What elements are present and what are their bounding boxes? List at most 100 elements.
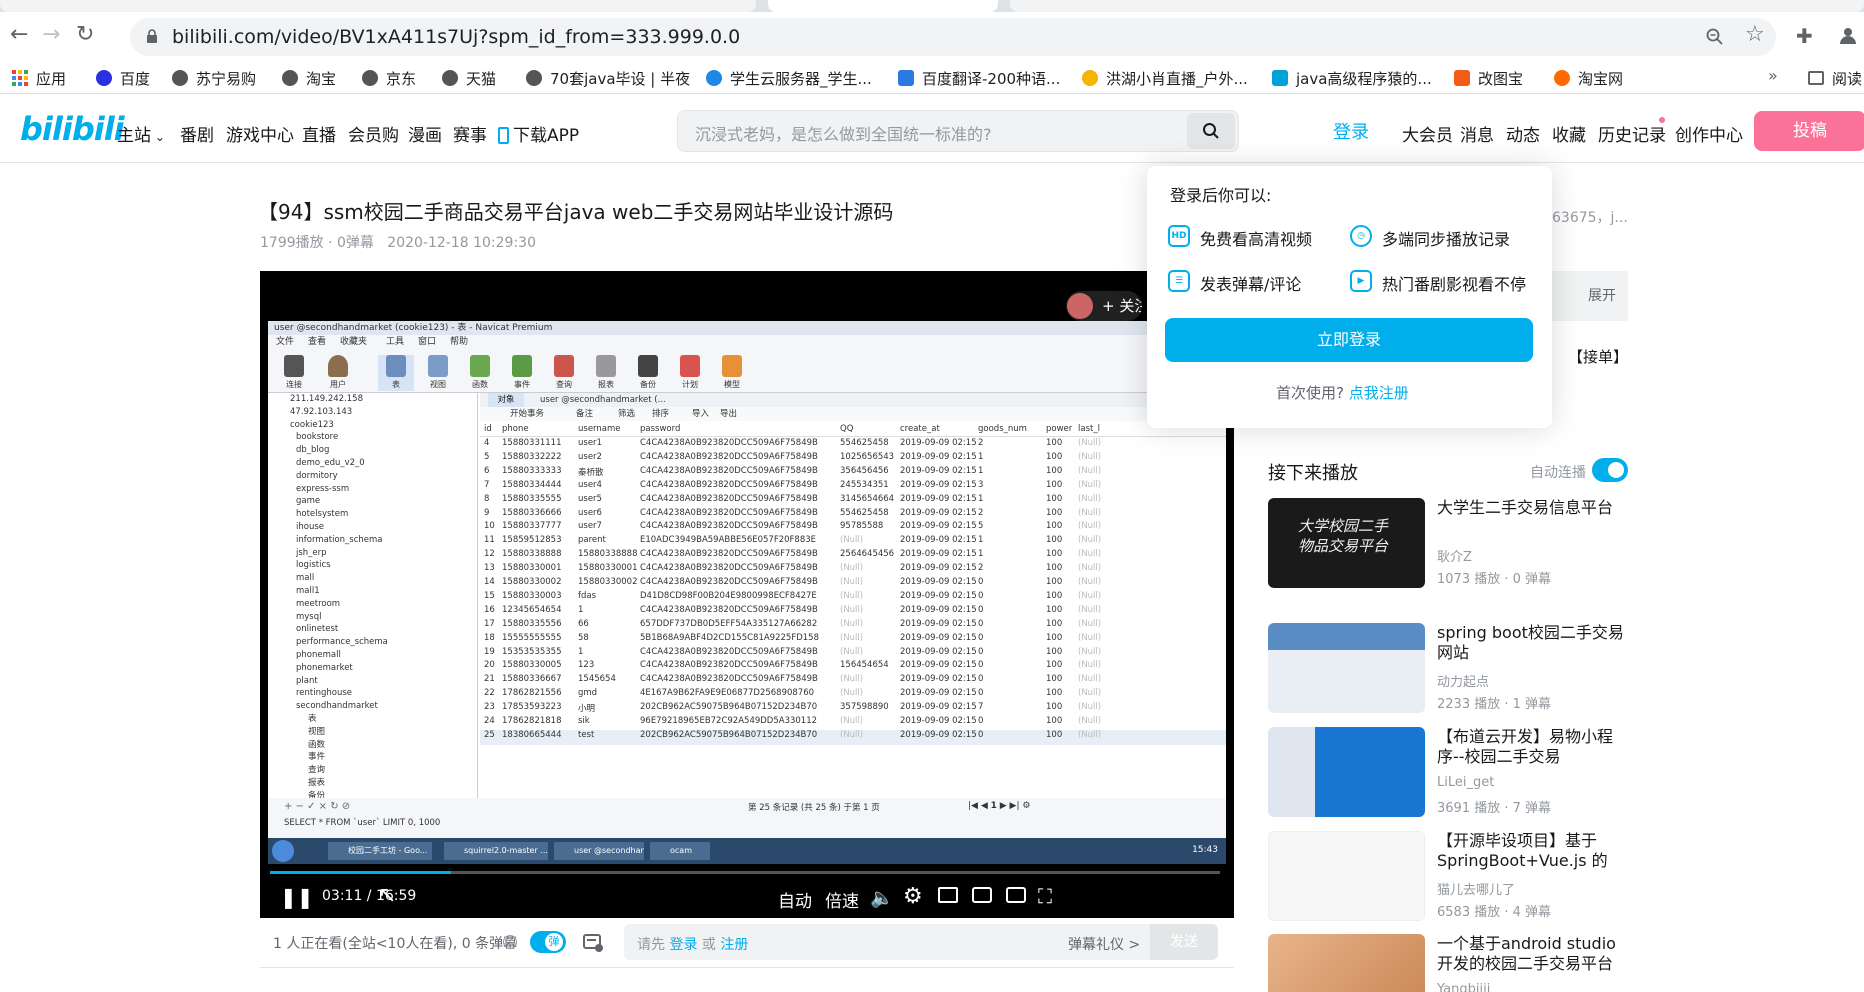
- rec-title[interactable]: spring boot校园二手交易网站: [1437, 623, 1631, 663]
- bookmark-baidu-translate[interactable]: 百度翻译-200种语...: [898, 68, 1060, 88]
- more-bookmarks-icon[interactable]: »: [1768, 66, 1778, 85]
- register-link[interactable]: 点我注册: [1349, 384, 1409, 402]
- bookmark-70-java[interactable]: 70套java毕设 | 半夜: [526, 68, 690, 88]
- bookmark-gaitubao[interactable]: 改图宝: [1454, 68, 1523, 88]
- bookmark-java-bili[interactable]: java高级程序猿的...: [1272, 68, 1432, 88]
- rec-uploader[interactable]: 动力起点: [1437, 671, 1489, 690]
- fullscreen-icon[interactable]: ⛶: [1038, 884, 1052, 908]
- nav-main[interactable]: 主站 ⌄: [117, 121, 165, 146]
- video-thumbnail[interactable]: [1268, 623, 1425, 713]
- danmaku-placeholder: 请先 登录 或 注册: [637, 937, 749, 953]
- profile-icon[interactable]: [1838, 25, 1858, 45]
- video-thumbnail[interactable]: [1268, 727, 1425, 817]
- table-cell: (Null): [840, 646, 864, 657]
- nav-messages[interactable]: 消息: [1460, 121, 1494, 146]
- nav-history[interactable]: 历史记录: [1598, 121, 1666, 146]
- browser-tab[interactable]: [1010, 0, 1864, 12]
- uploader-avatar[interactable]: [1067, 293, 1093, 319]
- bookmark-suning[interactable]: 苏宁易购: [172, 68, 256, 88]
- nav-dynamics[interactable]: 动态: [1506, 121, 1540, 146]
- rec-title[interactable]: 【布道云开发】易物小程序--校园二手交易: [1437, 727, 1631, 767]
- danmaku-register-link[interactable]: 注册: [720, 937, 748, 953]
- nav-esports[interactable]: 赛事: [453, 121, 487, 146]
- volume-icon[interactable]: 🔈: [870, 886, 894, 909]
- webfullscreen-icon[interactable]: [1006, 887, 1026, 903]
- bookmark-tmall[interactable]: 天猫: [442, 68, 496, 88]
- reading-list[interactable]: 阅读: [1808, 68, 1862, 88]
- table-cell: (Null): [1078, 660, 1102, 671]
- rec-uploader[interactable]: LiLei_get: [1437, 775, 1494, 790]
- video-thumbnail[interactable]: [1268, 934, 1425, 992]
- nav-anime[interactable]: 番剧: [180, 121, 214, 146]
- video-thumbnail[interactable]: [1268, 831, 1425, 921]
- pip-icon[interactable]: [938, 887, 958, 903]
- quality-button[interactable]: 自动: [778, 887, 812, 912]
- star-icon[interactable]: ☆: [1745, 22, 1765, 47]
- nav-creator-center[interactable]: 创作中心: [1675, 121, 1743, 146]
- help-icon[interactable]: ?: [503, 935, 517, 949]
- widescreen-icon[interactable]: [972, 887, 992, 903]
- rec-uploader[interactable]: Yangbiiii: [1437, 982, 1490, 992]
- rec-uploader[interactable]: 耿介Z: [1437, 546, 1472, 565]
- bilibili-logo[interactable]: bilibili: [20, 110, 125, 148]
- globe-icon: [172, 70, 188, 86]
- recommended-video[interactable]: 【开源毕设项目】基于SpringBoot+Vue.js 的二... 猫儿去哪儿了…: [1268, 831, 1628, 921]
- lock-icon: [147, 29, 157, 43]
- bookmark-jd[interactable]: 京东: [362, 68, 416, 88]
- bookmark-student-cloud[interactable]: 学生云服务器_学生...: [706, 68, 872, 88]
- benefit-sync: 多端同步播放记录: [1382, 230, 1511, 249]
- nav-vip[interactable]: 大会员: [1402, 121, 1453, 146]
- danmaku-toggle[interactable]: 弹: [530, 931, 566, 953]
- recommended-video[interactable]: 大学校园二手物品交易平台 大学生二手交易信息平台 耿介Z 1073 播放 · 0…: [1268, 498, 1628, 598]
- rec-uploader[interactable]: 猫儿去哪儿了: [1437, 879, 1515, 898]
- send-danmaku-button[interactable]: 发送: [1150, 924, 1218, 960]
- table-cell: 1: [978, 493, 984, 504]
- table-cell: 2019-09-09 02:15: [900, 479, 977, 490]
- nav-download-app[interactable]: 下载APP: [498, 121, 579, 146]
- recommended-video[interactable]: 一个基于android studio开发的校园二手交易平台APP Yangbii…: [1268, 934, 1628, 992]
- nav-member-shop[interactable]: 会员购: [348, 121, 399, 146]
- settings-icon[interactable]: ⚙: [903, 884, 923, 909]
- bookmark-live[interactable]: 洪湖小肖直播_户外...: [1082, 68, 1248, 88]
- nav-favorites[interactable]: 收藏: [1552, 121, 1586, 146]
- speed-button[interactable]: 倍速: [825, 887, 859, 912]
- recommended-video[interactable]: 【布道云开发】易物小程序--校园二手交易 LiLei_get 3691 播放 ·…: [1268, 727, 1628, 817]
- back-icon[interactable]: ←: [10, 22, 28, 48]
- danmaku-settings-icon[interactable]: [582, 931, 604, 953]
- bookmark-taobao[interactable]: 淘宝: [282, 68, 336, 88]
- rec-title[interactable]: 【开源毕设项目】基于SpringBoot+Vue.js 的二...: [1437, 831, 1631, 871]
- bookmark-apps[interactable]: 应用: [12, 68, 66, 88]
- nav-game-center[interactable]: 游戏中心: [226, 121, 294, 146]
- danmaku-login-link[interactable]: 登录: [669, 937, 697, 953]
- extensions-icon[interactable]: ✚: [1796, 24, 1813, 48]
- login-link[interactable]: 登录: [1333, 118, 1369, 144]
- rec-title[interactable]: 大学生二手交易信息平台: [1437, 498, 1631, 518]
- table-cell: (Null): [840, 729, 864, 740]
- expand-button[interactable]: 展开: [1552, 271, 1628, 321]
- reload-icon[interactable]: ↻: [76, 22, 94, 48]
- rec-title[interactable]: 一个基于android studio开发的校园二手交易平台APP: [1437, 934, 1628, 974]
- bookmark-taobaowang[interactable]: 淘宝网: [1554, 68, 1623, 88]
- forward-icon[interactable]: →: [42, 22, 60, 48]
- browser-tab[interactable]: [0, 0, 756, 12]
- search-button[interactable]: [1187, 113, 1235, 149]
- video-thumbnail[interactable]: 大学校园二手物品交易平台: [1268, 498, 1425, 588]
- hd-icon: HD: [1168, 225, 1190, 247]
- table-cell: C4CA4238A0B923820DCC509A6F75849B: [640, 646, 818, 657]
- zoom-icon[interactable]: [1706, 28, 1724, 46]
- pause-icon[interactable]: ❚❚: [280, 885, 314, 909]
- table-cell: 4E167A9B62FA9E9E06877D2568908760: [640, 688, 815, 699]
- table-cell: C4CA4238A0B923820DCC509A6F75849B: [640, 604, 818, 615]
- search-input[interactable]: 沉浸式老妈，是怎么做到全国统一标准的?: [695, 121, 992, 145]
- danmaku-etiquette-link[interactable]: 弹幕礼仪 >: [1068, 934, 1140, 954]
- recommended-video[interactable]: spring boot校园二手交易网站 动力起点 2233 播放 · 1 弹幕: [1268, 623, 1628, 713]
- nav-live[interactable]: 直播: [302, 121, 336, 146]
- post-button[interactable]: 投稿: [1754, 111, 1864, 151]
- nav-manga[interactable]: 漫画: [408, 121, 442, 146]
- login-now-button[interactable]: 立即登录: [1165, 318, 1533, 362]
- browser-tab-active[interactable]: [768, 0, 998, 12]
- ad-fragment[interactable]: 【接单】: [1568, 346, 1628, 367]
- url-text[interactable]: bilibili.com/video/BV1xA411s7Uj?spm_id_f…: [172, 26, 740, 48]
- table-cell: 25: [484, 729, 495, 740]
- bookmark-baidu[interactable]: 百度: [96, 68, 150, 88]
